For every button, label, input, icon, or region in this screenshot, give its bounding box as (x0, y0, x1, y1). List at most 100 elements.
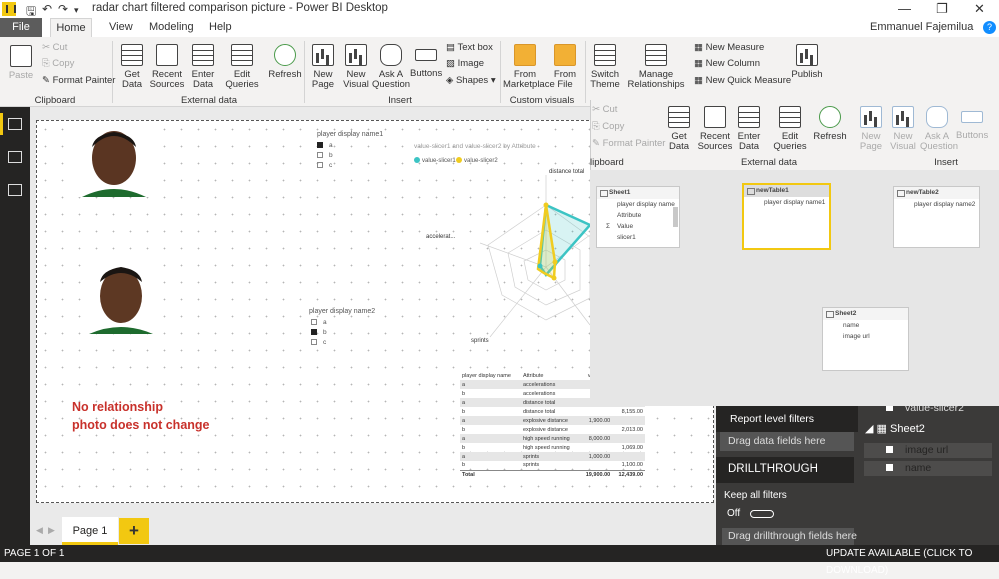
new-visual-button[interactable]: New Visual (888, 106, 918, 152)
slicer1-option[interactable]: a (317, 142, 333, 149)
view-navigation (0, 107, 30, 545)
get-data-button[interactable]: Get Data (118, 44, 146, 90)
tab-file[interactable]: File (0, 18, 42, 37)
undo-icon[interactable]: ↶ (42, 2, 52, 16)
redo-icon[interactable]: ↷ (58, 2, 68, 16)
checkbox-icon[interactable] (886, 446, 893, 453)
switch-theme-button[interactable]: Switch Theme (588, 44, 622, 90)
from-marketplace-button[interactable]: From Marketplace (503, 44, 555, 90)
radar-axis-label: accelerat... (426, 234, 456, 240)
table-card-newtable2[interactable]: newTable2 player display name2 (893, 186, 980, 248)
checkbox-checked-icon[interactable] (317, 142, 323, 148)
player-photo-1[interactable] (78, 125, 150, 197)
field-image-url[interactable]: image url (864, 443, 992, 458)
checkbox-checked-icon[interactable] (311, 329, 317, 335)
prev-page-icon[interactable]: ◀ (36, 525, 43, 536)
customize-toolbar-icon[interactable]: ▾ (74, 5, 79, 16)
document-icon (156, 44, 178, 66)
format-painter-button[interactable]: ✎ Format Painter (592, 138, 665, 149)
minimize-icon[interactable]: — (898, 1, 911, 16)
refresh-button[interactable]: Refresh (266, 44, 304, 80)
recent-sources-button[interactable]: Recent Sources (148, 44, 186, 90)
keep-filters-toggle[interactable] (750, 510, 774, 518)
get-data-button[interactable]: Get Data (664, 106, 694, 152)
custom-visuals-group-label: Custom visuals (509, 95, 575, 106)
legend-item-slicer2[interactable]: value-slicer2 (456, 157, 498, 164)
slicer2-option[interactable]: b (311, 329, 327, 336)
publish-button[interactable]: Publish (790, 44, 824, 80)
new-quick-measure-button[interactable]: ▦ New Quick Measure (694, 75, 791, 86)
window-title: radar chart filtered comparison picture … (92, 2, 388, 14)
format-painter-button[interactable]: ✎ Format Painter (42, 75, 115, 86)
table-header[interactable]: player display name (460, 371, 521, 380)
relationships-view-icon[interactable] (8, 184, 22, 196)
checkbox-icon[interactable] (311, 339, 317, 345)
player-photo-2[interactable] (85, 262, 157, 334)
cut-button[interactable]: ✂ Cut (42, 42, 67, 53)
table-card-sheet2[interactable]: Sheet2 name image url (822, 307, 909, 371)
cut-button[interactable]: ✂ Cut (592, 104, 617, 115)
buttons-button[interactable]: Buttons (956, 106, 988, 141)
slicer1-option[interactable]: b (317, 152, 333, 159)
checkbox-icon[interactable] (311, 319, 317, 325)
manage-relationships-button[interactable]: Manage Relationships (626, 44, 686, 90)
update-available-link[interactable]: UPDATE AVAILABLE (CLICK TO DOWNLOAD) (826, 545, 999, 579)
slicer2-option[interactable]: c (311, 339, 326, 346)
ask-question-button[interactable]: Ask A Question (920, 106, 958, 152)
recent-sources-button[interactable]: Recent Sources (696, 106, 734, 152)
shapes-button[interactable]: ◈ Shapes ▾ (446, 75, 496, 86)
edit-queries-button[interactable]: Edit Queries (770, 106, 810, 152)
annotation-text: No relationship photo does not change (72, 400, 210, 432)
tab-help[interactable]: Help (199, 18, 242, 37)
edit-queries-button[interactable]: Edit Queries (222, 44, 262, 90)
tab-home[interactable]: Home (50, 18, 92, 37)
checkbox-icon[interactable] (317, 162, 323, 168)
table-card-header: Sheet1 (597, 187, 679, 199)
power-bi-icon (2, 2, 16, 16)
table-card-header: newTable2 (894, 187, 979, 199)
restore-icon[interactable]: ❐ (936, 1, 948, 17)
ribbon-separator (500, 41, 501, 103)
help-icon[interactable]: ? (983, 21, 996, 34)
slicer2-option[interactable]: a (311, 319, 327, 326)
refresh-button[interactable]: Refresh (812, 106, 848, 142)
enter-data-button[interactable]: Enter Data (188, 44, 218, 90)
paste-button[interactable]: Paste (6, 45, 36, 81)
checkbox-icon[interactable] (317, 152, 323, 158)
copy-button[interactable]: ⎘ Copy (592, 121, 624, 132)
add-page-button[interactable]: + (119, 518, 149, 544)
new-visual-button[interactable]: New Visual (341, 44, 371, 90)
new-measure-button[interactable]: ▦ New Measure (694, 42, 764, 53)
enter-data-button[interactable]: Enter Data (735, 106, 763, 152)
text-box-button[interactable]: ▤ Text box (446, 42, 493, 53)
table-row: a sprints 1,000.00 (460, 452, 645, 461)
new-page-button[interactable]: New Page (308, 44, 338, 90)
legend-item-slicer1[interactable]: value-slicer1 (414, 157, 456, 164)
table-header[interactable]: Attribute (521, 371, 579, 380)
field-name[interactable]: name (864, 461, 992, 476)
data-view-icon[interactable] (8, 151, 22, 163)
user-name[interactable]: Emmanuel Fajemilua (870, 21, 973, 33)
new-page-button[interactable]: New Page (856, 106, 886, 152)
copy-button[interactable]: ⎘ Copy (42, 58, 74, 69)
page-tab-1[interactable]: Page 1 (62, 517, 118, 545)
image-button[interactable]: ▨ Image (446, 58, 484, 69)
radar-chart[interactable] (440, 165, 590, 365)
table-card-sheet1[interactable]: Sheet1 player display name Attribute Σ Va… (596, 186, 680, 248)
new-column-button[interactable]: ▦ New Column (694, 58, 760, 69)
report-view-icon[interactable] (8, 118, 22, 130)
next-page-icon[interactable]: ▶ (48, 525, 55, 536)
scrollbar[interactable] (673, 207, 678, 227)
tab-modeling[interactable]: Modeling (139, 18, 204, 37)
table-node-sheet2[interactable]: ◢ ▦ Sheet2 (865, 422, 925, 435)
from-file-button[interactable]: From File (548, 44, 582, 90)
ask-question-button[interactable]: Ask A Question (372, 44, 410, 90)
close-icon[interactable]: ✕ (974, 1, 985, 17)
table-card-newtable1[interactable]: newTable1 player display name1 (742, 183, 831, 250)
tab-view[interactable]: View (99, 18, 143, 37)
buttons-button[interactable]: Buttons (410, 44, 442, 79)
slicer1-option[interactable]: c (317, 162, 332, 169)
table-row: a high speed running 8,000.00 (460, 434, 645, 443)
collapse-icon[interactable]: ◢ (865, 423, 873, 435)
checkbox-icon[interactable] (886, 464, 893, 471)
